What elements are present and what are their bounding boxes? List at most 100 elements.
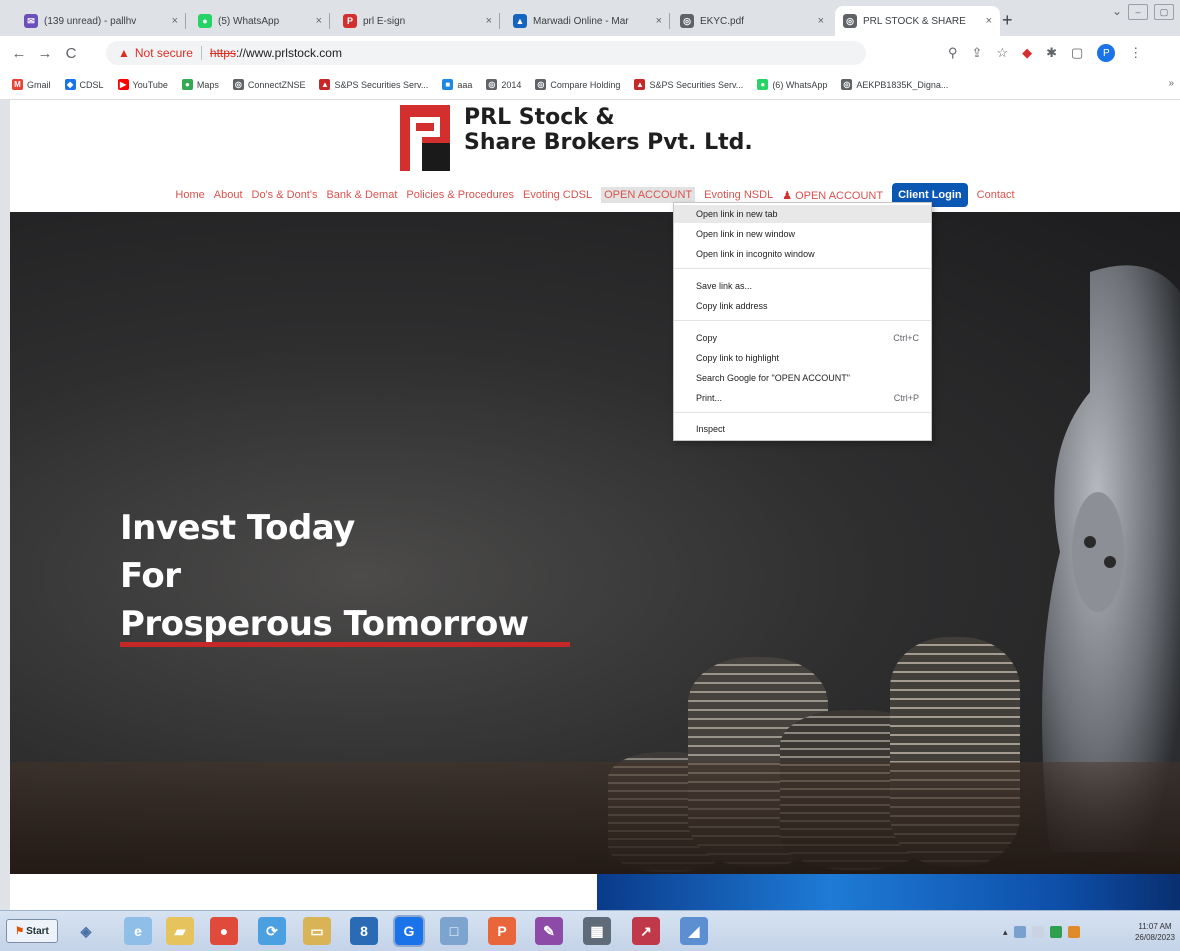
- close-tab-icon[interactable]: ×: [486, 15, 492, 27]
- context-menu-item[interactable]: Open link in new window: [674, 225, 931, 243]
- profile-avatar-icon[interactable]: P: [1097, 44, 1116, 62]
- bookmarks-overflow-icon[interactable]: »: [1168, 78, 1174, 89]
- nav-item[interactable]: Evoting NSDL: [704, 189, 773, 201]
- extension-red-icon[interactable]: ◆: [1022, 45, 1032, 61]
- ie-icon[interactable]: e: [124, 917, 152, 945]
- forward-icon[interactable]: →: [32, 45, 58, 62]
- bookmark-item[interactable]: ◎ Compare Holding: [535, 79, 620, 90]
- nav-item[interactable]: Evoting CDSL: [523, 189, 592, 201]
- nav-item[interactable]: Home: [175, 189, 204, 201]
- bookmark-item[interactable]: ■ aaa: [442, 79, 472, 90]
- bookmark-item[interactable]: ▲ S&PS Securities Serv...: [634, 79, 743, 90]
- close-tab-icon[interactable]: ×: [172, 15, 178, 27]
- close-tab-icon[interactable]: ×: [818, 15, 824, 27]
- browser-tab[interactable]: ◎ EKYC.pdf ×: [672, 6, 832, 36]
- context-menu-label: Open link in new tab: [696, 209, 778, 219]
- browser-tab[interactable]: Pprl E-sign ×: [335, 6, 500, 36]
- sync-icon[interactable]: ⟳: [258, 917, 286, 945]
- os-taskbar: ⚑ Start ◈ e ▰ ● ⟳ ▭ 8 G □ P ✎ ▦ ↗ ◢ ▴ 11:…: [0, 910, 1180, 951]
- bookmark-item[interactable]: ● Maps: [181, 79, 219, 90]
- context-menu-item[interactable]: Inspect: [674, 420, 931, 438]
- explorer-icon[interactable]: ▭: [303, 917, 331, 945]
- window-controls: ⌄ – ▢: [1112, 4, 1174, 20]
- context-menu-item[interactable]: Copy Ctrl+C: [674, 329, 931, 347]
- bookmark-item[interactable]: ● (6) WhatsApp: [757, 79, 827, 90]
- bookmark-label: (6) WhatsApp: [772, 79, 828, 90]
- company-name: PRL Stock & Share Brokers Pvt. Ltd.: [464, 105, 753, 155]
- sps-icon: ▲: [634, 79, 646, 90]
- close-tab-icon[interactable]: ×: [316, 15, 322, 27]
- tab-separator: [329, 13, 330, 29]
- tray-network-icon[interactable]: [1013, 926, 1026, 938]
- not-secure-label[interactable]: Not secure: [135, 46, 193, 60]
- hero-headline-line3: Prosperous Tomorrow: [120, 604, 529, 644]
- bookmark-item[interactable]: ◎ AEKPB1835K_Digna...: [841, 79, 948, 90]
- hero-headline-line1: Invest Today: [120, 508, 355, 548]
- context-menu-item[interactable]: Save link as...: [674, 277, 931, 295]
- close-tab-icon[interactable]: ×: [656, 15, 662, 27]
- chrome-active-icon[interactable]: G: [395, 917, 423, 945]
- context-menu-item[interactable]: Open link in incognito window: [674, 245, 931, 263]
- nav-open-account-user[interactable]: ♟ OPEN ACCOUNT: [782, 189, 883, 202]
- paint-icon[interactable]: ◢: [680, 917, 708, 945]
- new-tab-button[interactable]: +: [1002, 10, 1013, 31]
- browser-tab[interactable]: ▲ Marwadi Online - Mar ×: [505, 6, 670, 36]
- tab-separator: [669, 13, 670, 29]
- network-icon[interactable]: ◈: [72, 917, 100, 945]
- bookmark-item[interactable]: ◆ CDSL: [64, 79, 104, 90]
- browser-tab[interactable]: ✉ (139 unread) - pallhv ×: [16, 6, 186, 36]
- close-tab-icon[interactable]: ×: [986, 15, 992, 27]
- zoom-icon[interactable]: ⚲: [948, 45, 958, 61]
- company-name-line1: PRL Stock &: [464, 105, 615, 130]
- context-menu-label: Copy link address: [696, 301, 768, 311]
- start-button[interactable]: ⚑ Start: [6, 919, 58, 943]
- bookmark-item[interactable]: ▶ YouTube: [117, 79, 168, 90]
- nav-item[interactable]: OPEN ACCOUNT: [601, 187, 696, 203]
- powerpoint-icon[interactable]: P: [488, 917, 516, 945]
- bookmark-label: YouTube: [132, 79, 168, 90]
- side-panel-icon[interactable]: ▢: [1071, 45, 1083, 61]
- context-menu-label: Open link in incognito window: [696, 249, 815, 259]
- tray-security-icon[interactable]: [1049, 926, 1062, 938]
- window-icon[interactable]: □: [440, 917, 468, 945]
- context-menu-item[interactable]: Copy link to highlight: [674, 349, 931, 367]
- prl-logo-icon: [400, 105, 450, 171]
- share-icon[interactable]: ⇪: [972, 45, 983, 61]
- context-menu-shortcut: Ctrl+C: [893, 333, 919, 343]
- back-icon[interactable]: ←: [6, 45, 32, 62]
- company-logo[interactable]: PRL Stock & Share Brokers Pvt. Ltd.: [400, 105, 753, 171]
- tab-search-icon[interactable]: ⌄: [1112, 4, 1122, 20]
- context-menu-item[interactable]: Open link in new tab: [674, 205, 931, 223]
- bookmark-item[interactable]: ◎ ConnectZNSE: [232, 79, 305, 90]
- tray-volume-icon[interactable]: [1067, 926, 1080, 938]
- browser-tab[interactable]: ◎ PRL STOCK & SHARE ×: [835, 6, 1000, 36]
- context-menu-item[interactable]: Print... Ctrl+P: [674, 389, 931, 407]
- bookmark-item[interactable]: ▲ S&PS Securities Serv...: [319, 79, 428, 90]
- restore-button[interactable]: ▢: [1154, 4, 1174, 20]
- url-bar[interactable]: ▲ Not secure https ://www.prlstock.com: [106, 41, 866, 65]
- calculator-icon[interactable]: ▦: [583, 917, 611, 945]
- context-menu-item[interactable]: Copy link address: [674, 297, 931, 315]
- nav-item[interactable]: Bank & Demat: [326, 189, 397, 201]
- folder-icon[interactable]: ▰: [166, 917, 194, 945]
- bookmark-item[interactable]: ◎ 2014: [486, 79, 521, 90]
- reload-icon[interactable]: C: [58, 45, 84, 62]
- nav-item[interactable]: Policies & Procedures: [406, 189, 514, 201]
- tray-flag-icon[interactable]: [1031, 926, 1044, 938]
- bookmark-item[interactable]: M Gmail: [12, 79, 51, 90]
- nav-item[interactable]: Do's & Dont's: [252, 189, 318, 201]
- tool-icon[interactable]: ✎: [535, 917, 563, 945]
- chrome-icon[interactable]: ●: [210, 917, 238, 945]
- context-menu-item[interactable]: Search Google for "OPEN ACCOUNT": [674, 369, 931, 387]
- app-8-icon[interactable]: 8: [350, 917, 378, 945]
- tray-arrow-icon[interactable]: ▴: [1003, 927, 1008, 938]
- system-clock[interactable]: 11:07 AM 26/08/2023: [1135, 921, 1175, 943]
- nav-contact[interactable]: Contact: [977, 189, 1015, 201]
- star-icon[interactable]: ☆: [996, 45, 1008, 61]
- nav-item[interactable]: About: [214, 189, 243, 201]
- menu-kebab-icon[interactable]: ⋮: [1129, 45, 1142, 61]
- minimize-button[interactable]: –: [1128, 4, 1148, 20]
- chart-app-icon[interactable]: ↗: [632, 917, 660, 945]
- browser-tab[interactable]: ● (5) WhatsApp ×: [190, 6, 330, 36]
- extensions-puzzle-icon[interactable]: ✱: [1046, 45, 1057, 61]
